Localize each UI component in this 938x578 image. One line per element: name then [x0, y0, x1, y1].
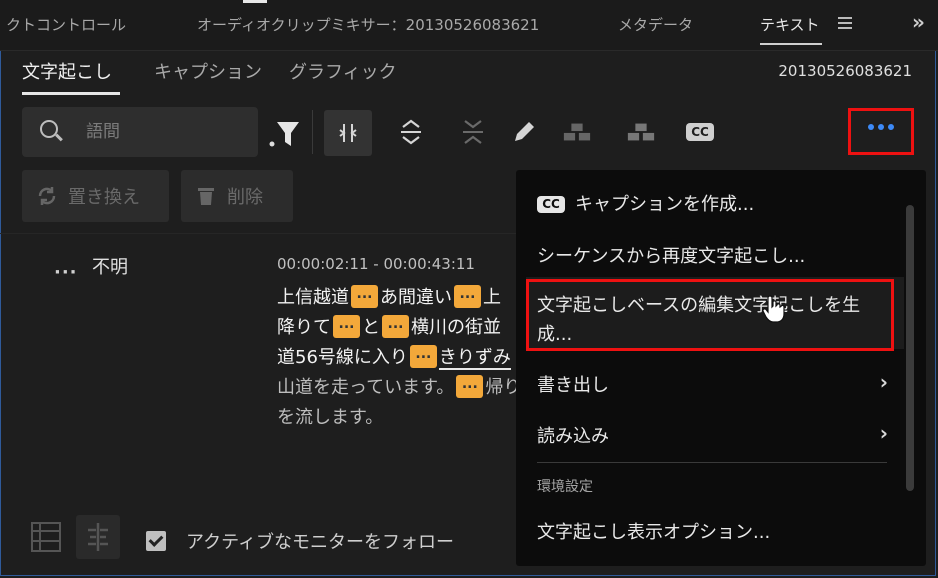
- menu-item-import[interactable]: 読み込み: [537, 422, 609, 448]
- follow-monitor-checkbox[interactable]: [146, 531, 166, 551]
- chevron-right-icon: ›: [879, 421, 888, 445]
- subtab-captions[interactable]: キャプション: [154, 58, 262, 84]
- speaker-name[interactable]: 不明: [92, 253, 128, 279]
- tab-accent: [243, 0, 267, 3]
- double-chevron-right-icon[interactable]: »: [912, 10, 925, 34]
- pause-marker[interactable]: [382, 309, 409, 339]
- trash-icon: [198, 188, 214, 205]
- search-input[interactable]: [84, 117, 248, 147]
- sequence-name: 20130526083621: [778, 62, 912, 80]
- split-speaker-icon: [626, 117, 656, 147]
- delete-label: 削除: [227, 187, 263, 208]
- tab-audio-clip-mixer[interactable]: オーディオクリップミキサー：20130526083621: [197, 14, 539, 35]
- refresh-icon: [38, 187, 56, 205]
- search-box[interactable]: [22, 107, 258, 157]
- split-segment-button[interactable]: [324, 110, 372, 156]
- active-tab-underline: [760, 43, 822, 45]
- replace-label: 置き換え: [68, 187, 140, 208]
- content-divider: [0, 233, 516, 234]
- menu-item-export[interactable]: 書き出し: [537, 371, 609, 397]
- subtab-underline: [22, 92, 120, 95]
- segment-timecode: 00:00:02:11 - 00:00:43:11: [277, 255, 475, 273]
- pause-marker[interactable]: [454, 279, 481, 309]
- hand-cursor-icon: [762, 294, 788, 328]
- pause-marker[interactable]: [409, 339, 437, 369]
- transcript-line[interactable]: 山道を走っています。帰り: [277, 369, 521, 403]
- menu-item-display-options[interactable]: 文字起こし表示オプション...: [537, 518, 770, 544]
- options-menu: CC キャプションを作成... シーケンスから再度文字起こし... 文字起こしベー…: [516, 170, 926, 566]
- tab-text[interactable]: テキスト: [760, 14, 820, 35]
- subtab-graphics[interactable]: グラフィック: [289, 58, 397, 84]
- menu-section-preferences: 環境設定: [537, 479, 593, 495]
- collapse-icon: [458, 117, 488, 147]
- align-icon[interactable]: [76, 515, 120, 559]
- panel-tab-bar: クトコントロール オーディオクリップミキサー：20130526083621 メタ…: [0, 0, 938, 51]
- menu-separator: [537, 462, 887, 463]
- merge-speaker-icon: [562, 117, 592, 147]
- replace-button: 置き換え: [22, 170, 169, 222]
- transcript-line[interactable]: 降りてと横川の街並: [277, 309, 501, 343]
- more-options-icon[interactable]: [868, 124, 894, 130]
- pause-marker[interactable]: [351, 279, 378, 309]
- toolbar-divider: [312, 110, 313, 154]
- more-menu-highlight: [848, 108, 914, 155]
- pencil-icon[interactable]: [509, 117, 539, 147]
- tab-metadata[interactable]: メタデータ: [618, 14, 693, 35]
- cc-icon: CC: [537, 196, 565, 213]
- subtab-transcript[interactable]: 文字起こし: [22, 58, 112, 84]
- menu-item-create-captions[interactable]: CC キャプションを作成...: [537, 190, 754, 216]
- expand-icon[interactable]: [396, 117, 426, 147]
- speaker-menu-icon[interactable]: ···: [54, 262, 78, 283]
- menu-scrollbar[interactable]: [906, 205, 914, 491]
- follow-monitor-label: アクティブなモニターをフォロー: [186, 532, 455, 553]
- delete-button: 削除: [181, 170, 293, 222]
- panel-menu-icon[interactable]: [838, 17, 852, 29]
- film-list-icon[interactable]: [26, 515, 70, 559]
- search-icon: [40, 120, 58, 138]
- pause-marker[interactable]: [333, 309, 360, 339]
- filter-icon[interactable]: [266, 115, 302, 151]
- menu-item-retranscribe[interactable]: シーケンスから再度文字起こし...: [537, 242, 805, 268]
- menu-item-highlight-box: [526, 279, 894, 351]
- cc-icon[interactable]: CC: [684, 117, 716, 147]
- pause-marker[interactable]: [456, 369, 484, 399]
- tab-effect-controls[interactable]: クトコントロール: [6, 14, 126, 35]
- transcript-line[interactable]: を流します。: [277, 403, 383, 433]
- chevron-right-icon: ›: [879, 370, 888, 394]
